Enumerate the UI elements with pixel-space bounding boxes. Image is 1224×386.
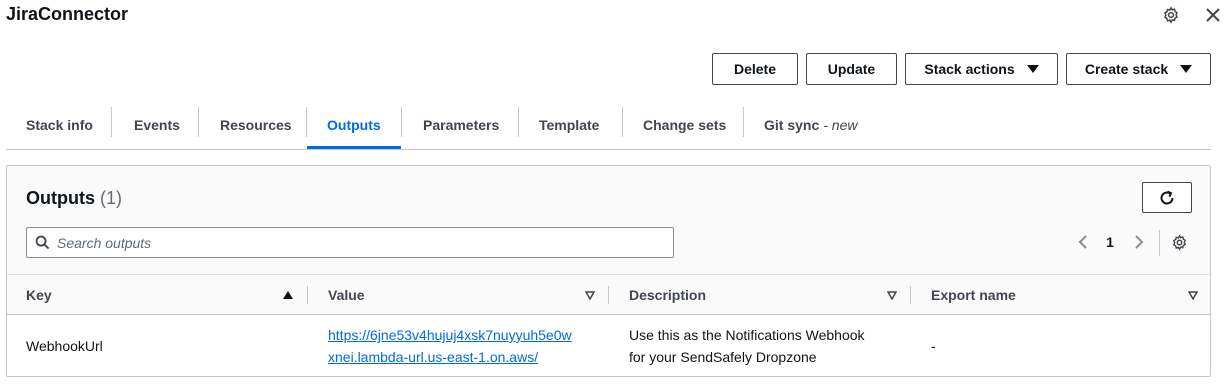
refresh-button[interactable] <box>1142 182 1192 213</box>
tab-label: Change sets <box>643 117 727 133</box>
tab-divider <box>401 107 402 137</box>
tab-parameters[interactable]: Parameters <box>423 101 499 149</box>
tab-label: Parameters <box>423 117 500 133</box>
tab-label: Template <box>539 117 600 133</box>
create-stack-dropdown[interactable]: Create stack <box>1066 53 1211 85</box>
output-description-line: for your SendSafely Dropzone <box>629 349 817 365</box>
tab-outputs[interactable]: Outputs <box>327 101 381 149</box>
tab-stack-info[interactable]: Stack info <box>26 101 93 149</box>
search-icon <box>27 235 57 250</box>
output-key: WebhookUrl <box>26 338 103 354</box>
page-title: JiraConnector <box>6 4 129 24</box>
table-header: Key Value Description Export name <box>7 274 1210 315</box>
gear-icon[interactable] <box>1160 4 1182 26</box>
create-stack-label: Create stack <box>1084 61 1169 77</box>
tab-label: Outputs <box>327 117 381 133</box>
column-header-value[interactable]: Value <box>328 275 365 315</box>
tab-bar: Stack info Events Resources Outputs Para… <box>6 101 1211 150</box>
column-header-key[interactable]: Key <box>26 275 52 315</box>
page-number[interactable]: 1 <box>1103 232 1117 252</box>
close-icon[interactable] <box>1202 4 1224 26</box>
outputs-heading: Outputs (1) <box>26 188 122 209</box>
caret-down-icon <box>1180 65 1193 73</box>
tab-events[interactable]: Events <box>134 101 180 149</box>
tab-divider <box>622 107 623 137</box>
caret-down-icon <box>1026 65 1039 73</box>
search-field[interactable] <box>26 227 674 258</box>
update-button[interactable]: Update <box>806 53 897 85</box>
column-divider[interactable] <box>910 286 911 304</box>
column-header-description[interactable]: Description <box>629 275 706 315</box>
sort-ascending-icon[interactable] <box>283 275 293 315</box>
outputs-panel: Outputs (1) 1 Key Value <box>6 165 1211 377</box>
output-description-line: Use this as the Notifications Webhook <box>629 327 865 343</box>
tab-divider <box>743 107 744 137</box>
gear-icon <box>1172 233 1186 251</box>
column-divider[interactable] <box>307 286 308 304</box>
chevron-right-icon <box>1135 235 1144 249</box>
pager-divider <box>1159 230 1160 256</box>
output-value-line[interactable]: xnei.lambda-url.us-east-1.on.aws/ <box>328 349 538 365</box>
column-divider[interactable] <box>608 286 609 304</box>
tab-divider <box>518 107 519 137</box>
new-badge: - new <box>823 117 858 133</box>
tab-divider <box>198 107 199 137</box>
update-button-label: Update <box>827 61 876 77</box>
outputs-title: Outputs <box>26 188 95 208</box>
outputs-count: (1) <box>100 188 123 208</box>
delete-button-label: Delete <box>733 61 777 77</box>
tab-template[interactable]: Template <box>539 101 599 149</box>
tab-resources[interactable]: Resources <box>220 101 292 149</box>
sort-icon[interactable] <box>1188 275 1198 315</box>
tab-divider <box>306 107 307 137</box>
table-row: WebhookUrl https://6jne53v4hujuj4xsk7nuy… <box>7 315 1210 376</box>
tab-label: Stack info <box>26 117 93 133</box>
output-value-link[interactable]: https://6jne53v4hujuj4xsk7nuyyuh5e0w xne… <box>328 324 572 368</box>
prev-page-button[interactable] <box>1075 232 1091 252</box>
sort-icon[interactable] <box>887 275 897 315</box>
tab-git-sync[interactable]: Git sync - new <box>764 101 857 149</box>
delete-button[interactable]: Delete <box>712 53 798 85</box>
refresh-icon <box>1160 190 1174 204</box>
next-page-button[interactable] <box>1131 232 1147 252</box>
table-settings-button[interactable] <box>1169 232 1189 252</box>
stack-actions-dropdown[interactable]: Stack actions <box>905 53 1058 85</box>
active-tab-indicator <box>307 146 401 149</box>
output-export-name: - <box>931 338 936 354</box>
column-header-export-name[interactable]: Export name <box>931 275 1016 315</box>
stack-actions-label: Stack actions <box>924 61 1015 77</box>
tab-divider <box>111 107 112 137</box>
output-value-line[interactable]: https://6jne53v4hujuj4xsk7nuyyuh5e0w <box>328 327 572 343</box>
tab-change-sets[interactable]: Change sets <box>643 101 726 149</box>
tab-label: Events <box>134 117 180 133</box>
tab-label: Resources <box>220 117 292 133</box>
search-input[interactable] <box>57 234 657 251</box>
chevron-left-icon <box>1078 235 1087 249</box>
sort-icon[interactable] <box>585 275 595 315</box>
tab-label: Git sync <box>764 117 820 133</box>
output-description: Use this as the Notifications Webhook fo… <box>629 324 865 368</box>
